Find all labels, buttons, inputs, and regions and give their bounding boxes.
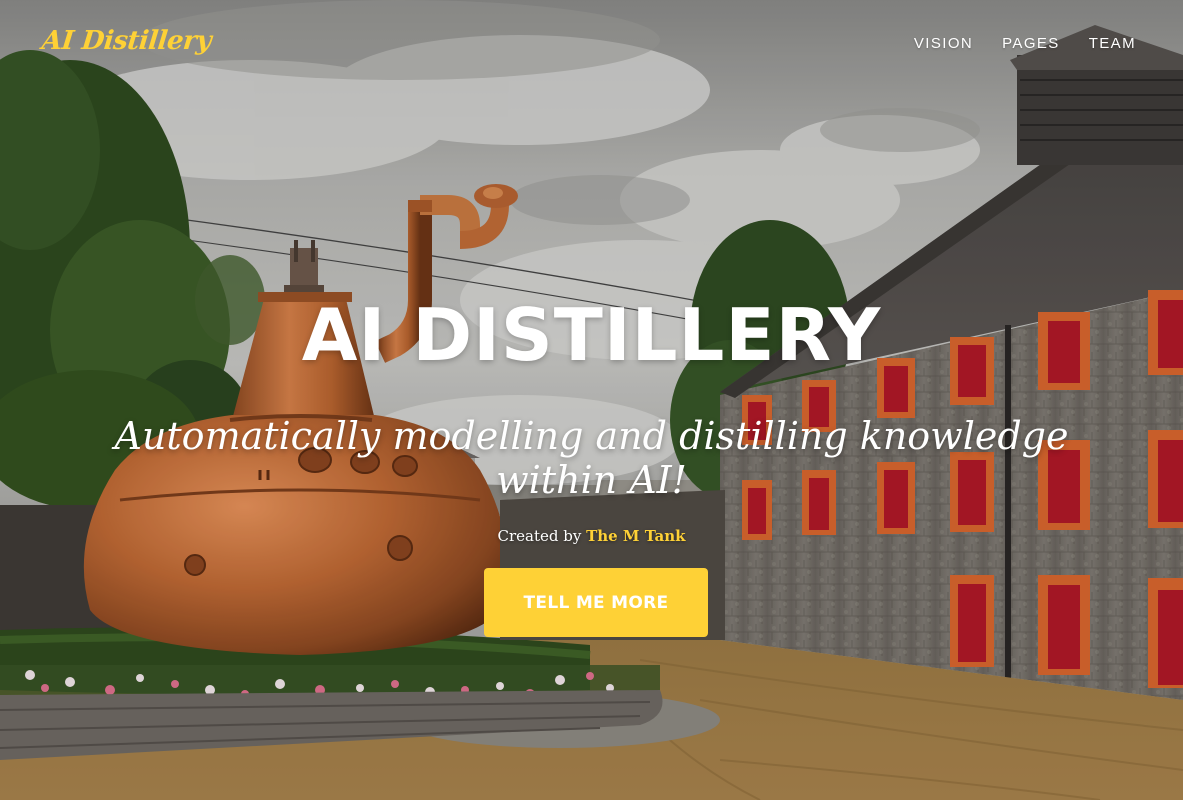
nav-link-team[interactable]: TEAM [1089,35,1136,52]
credit-link[interactable]: The M Tank [586,527,685,545]
nav-link-pages[interactable]: PAGES [1002,35,1060,52]
brand-logo[interactable]: AI Distillery [40,26,212,56]
credit-prefix: Created by [497,527,587,545]
tell-me-more-button[interactable]: TELL ME MORE [484,568,708,637]
nav-links: VISION PAGES TEAM [914,35,1136,52]
credit-line: Created by The M Tank [0,527,1183,545]
nav-link-vision[interactable]: VISION [914,35,973,52]
main-navbar: AI Distillery VISION PAGES TEAM [0,0,1183,90]
intro-heading: AI DISTILLERY [301,293,882,377]
background-overlay [0,0,1183,800]
intro-lead: Automatically modelling and distilling k… [114,414,1069,502]
hero-section: AI Distillery VISION PAGES TEAM AI DISTI… [0,0,1183,800]
